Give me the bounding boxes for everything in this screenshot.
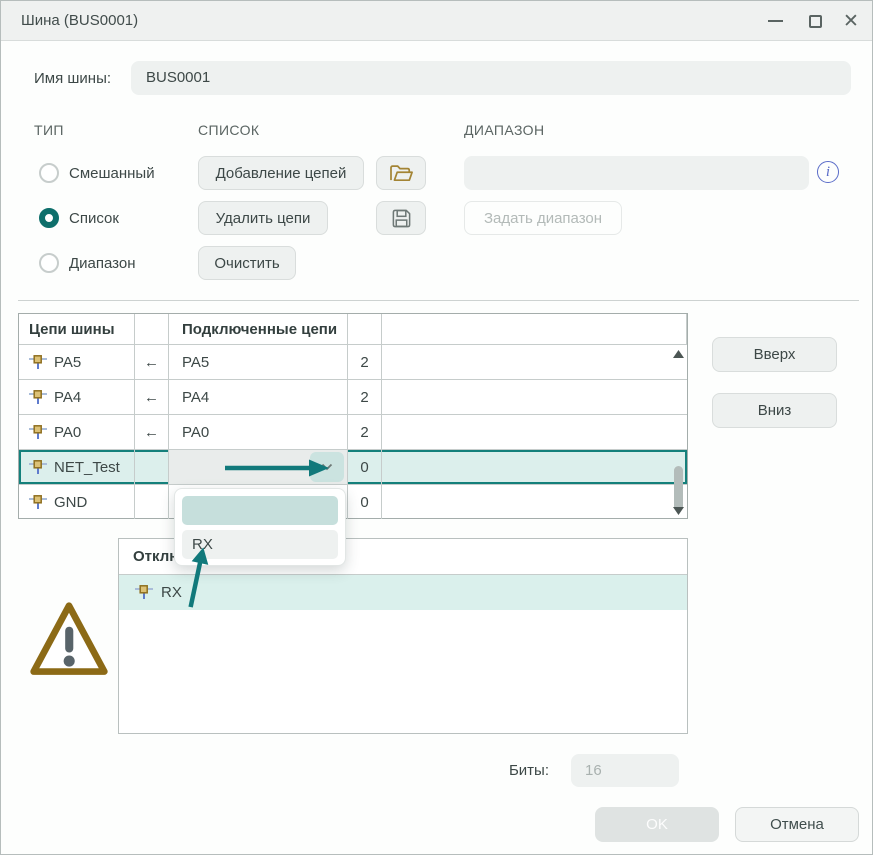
bits-label: Биты:: [461, 762, 549, 779]
range-section-title: ДИАПАЗОН: [464, 122, 544, 138]
save-file-button[interactable]: [376, 201, 426, 235]
section-divider: [18, 300, 859, 301]
bus-net-name: PA5: [54, 354, 81, 371]
bus-name-input[interactable]: BUS0001: [131, 61, 851, 95]
open-file-button[interactable]: [376, 156, 426, 190]
add-nets-button[interactable]: Добавление цепей: [198, 156, 364, 190]
link-arrow: ←: [135, 380, 169, 414]
net-pin-icon: [29, 425, 47, 440]
remove-nets-button[interactable]: Удалить цепи: [198, 201, 328, 235]
minimize-button[interactable]: [758, 1, 792, 41]
maximize-button[interactable]: [798, 1, 832, 41]
window-title: Шина (BUS0001): [21, 1, 138, 41]
net-pin-icon: [29, 390, 47, 405]
table-row-pa0[interactable]: PA0 ← PA0 2: [19, 414, 687, 449]
table-header-row: Цепи шины Подключенные цепи: [19, 314, 687, 344]
net-pin-icon: [29, 355, 47, 370]
clear-button[interactable]: Очистить: [198, 246, 296, 280]
pin-count: 0: [348, 485, 382, 519]
annotation-arrow-right-icon: [221, 456, 333, 480]
pin-count: 0: [348, 450, 382, 484]
disconnected-net-name: RX: [161, 584, 182, 601]
floppy-icon: [391, 208, 412, 229]
table-row-pa4[interactable]: PA4 ← PA4 2: [19, 379, 687, 414]
connected-net-name: PA4: [169, 380, 348, 414]
net-pin-icon: [29, 460, 47, 475]
radio-checked-icon: [39, 208, 59, 228]
radio-list-label: Список: [69, 210, 119, 227]
folder-icon: [389, 163, 414, 184]
move-up-button[interactable]: Вверх: [712, 337, 837, 372]
scroll-down-icon[interactable]: [673, 507, 684, 515]
net-table: Цепи шины Подключенные цепи PA5 ← PA5 2 …: [18, 313, 688, 519]
close-icon: ✕: [843, 10, 859, 33]
link-arrow: [135, 485, 169, 519]
set-range-button[interactable]: Задать диапазон: [464, 201, 622, 235]
range-input[interactable]: [464, 156, 809, 190]
info-icon[interactable]: i: [817, 161, 839, 183]
link-arrow: ←: [135, 345, 169, 379]
bus-net-name: PA4: [54, 389, 81, 406]
radio-mixed-label: Смешанный: [69, 165, 155, 182]
bus-net-name: NET_Test: [54, 459, 120, 476]
title-bar: Шина (BUS0001) ✕: [1, 1, 872, 41]
radio-circle-icon: [39, 253, 59, 273]
bus-dialog: Шина (BUS0001) ✕ Имя шины: BUS0001 ТИП С…: [0, 0, 873, 855]
scroll-up-icon[interactable]: [673, 350, 684, 358]
bits-input[interactable]: 16: [571, 754, 679, 787]
table-scrollbar[interactable]: [671, 344, 686, 520]
ok-button[interactable]: OK: [595, 807, 719, 842]
link-arrow: [135, 450, 169, 484]
link-arrow: ←: [135, 415, 169, 449]
cancel-button[interactable]: Отмена: [735, 807, 859, 842]
header-bus-nets: Цепи шины: [19, 314, 135, 344]
connected-net-name: PA5: [169, 345, 348, 379]
table-row-pa5[interactable]: PA5 ← PA5 2: [19, 344, 687, 379]
table-row-net-test[interactable]: NET_Test 0: [19, 449, 687, 484]
net-pin-icon: [29, 495, 47, 510]
radio-circle-icon: [39, 163, 59, 183]
pin-count: 2: [348, 380, 382, 414]
radio-list[interactable]: Список: [39, 208, 119, 228]
close-button[interactable]: ✕: [834, 1, 868, 41]
type-section-title: ТИП: [34, 122, 64, 138]
radio-range[interactable]: Диапазон: [39, 253, 136, 273]
bus-name-label: Имя шины:: [34, 70, 111, 87]
header-connected-nets: Подключенные цепи: [169, 314, 348, 344]
radio-mixed[interactable]: Смешанный: [39, 163, 155, 183]
bus-net-name: PA0: [54, 424, 81, 441]
maximize-icon: [809, 15, 822, 28]
minimize-icon: [768, 20, 783, 22]
net-pin-icon: [135, 585, 153, 600]
pin-count: 2: [348, 415, 382, 449]
connected-net-name: PA0: [169, 415, 348, 449]
table-row-gnd[interactable]: GND 0: [19, 484, 687, 519]
scrollbar-thumb[interactable]: [674, 466, 683, 511]
bus-net-name: GND: [54, 494, 87, 511]
dropdown-item-empty[interactable]: [182, 496, 338, 525]
list-section-title: СПИСОК: [198, 122, 259, 138]
pin-count: 2: [348, 345, 382, 379]
move-down-button[interactable]: Вниз: [712, 393, 837, 428]
radio-range-label: Диапазон: [69, 255, 136, 272]
warning-icon: [27, 597, 111, 687]
